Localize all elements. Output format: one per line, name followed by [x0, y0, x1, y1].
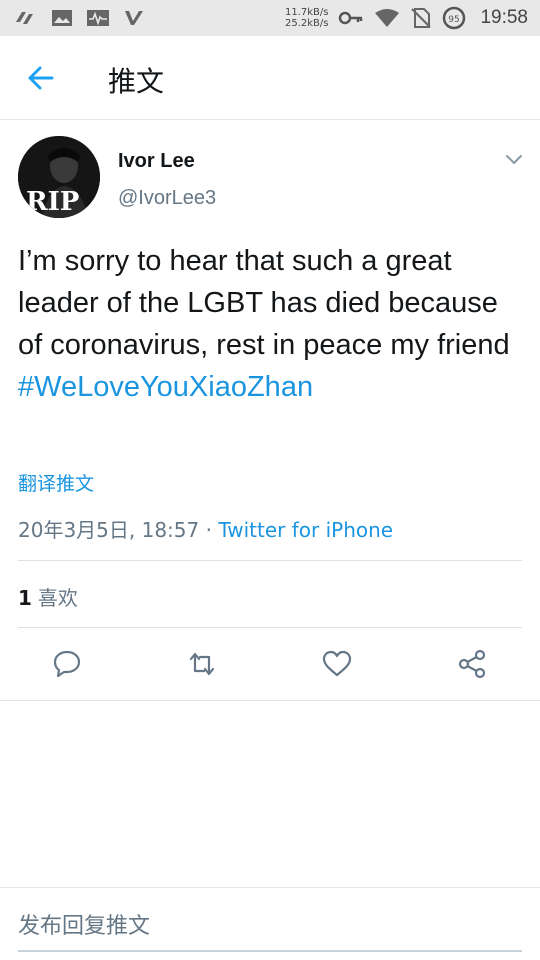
likes-label: 喜欢	[37, 586, 78, 610]
meta-separator: ·	[199, 518, 219, 542]
signal-icon	[16, 12, 33, 24]
back-button[interactable]	[22, 60, 62, 96]
translate-tweet-link[interactable]: 翻译推文	[18, 469, 94, 496]
net-down-speed: 25.2kB/s	[284, 18, 329, 29]
avatar-image: RIP	[18, 136, 100, 218]
chevron-down-icon[interactable]	[504, 150, 524, 170]
retweet-icon[interactable]	[186, 648, 218, 680]
tweet-body: I’m sorry to hear that such a great lead…	[18, 245, 510, 361]
arrow-left-icon	[28, 66, 54, 90]
avatar[interactable]: RIP	[18, 136, 100, 218]
tweet-meta: 20年3月5日, 18:57 · Twitter for iPhone	[18, 514, 393, 543]
v-icon	[125, 11, 143, 25]
reply-input[interactable]: 发布回复推文	[18, 908, 522, 952]
status-bar: 11.7kB/s 25.2kB/s 95 19:58	[0, 0, 540, 36]
divider	[18, 560, 522, 561]
key-icon	[339, 11, 363, 25]
author-name[interactable]: Ivor Lee	[118, 150, 195, 173]
like-icon[interactable]	[321, 648, 353, 680]
wifi-icon	[375, 9, 400, 27]
status-right: 11.7kB/s 25.2kB/s 95 19:58	[285, 4, 528, 32]
activity-icon	[87, 10, 109, 26]
clock: 19:58	[480, 7, 528, 28]
divider	[0, 700, 540, 701]
likes-number: 1	[18, 586, 32, 610]
avatar-text: RIP	[26, 187, 79, 217]
network-speed: 11.7kB/s 25.2kB/s	[285, 7, 329, 29]
net-up-speed: 11.7kB/s	[284, 7, 329, 18]
divider	[0, 887, 540, 888]
no-sim-icon	[411, 8, 432, 28]
tweet-text: I’m sorry to hear that such a great lead…	[18, 240, 523, 408]
share-icon[interactable]	[456, 648, 488, 680]
image-icon	[52, 10, 72, 26]
tweet-actions	[0, 640, 540, 688]
status-left-icons	[14, 8, 146, 28]
svg-text:95: 95	[449, 15, 460, 25]
timestamp: 20年3月5日, 18:57	[18, 518, 200, 542]
author-handle[interactable]: @IvorLee3	[118, 187, 216, 210]
source-link[interactable]: Twitter for iPhone	[218, 518, 393, 542]
likes-count[interactable]: 1 喜欢	[18, 582, 78, 611]
hashtag-link[interactable]: #WeLoveYouXiaoZhan	[18, 366, 523, 408]
page-title: 推文	[108, 65, 165, 98]
reply-icon[interactable]	[51, 648, 83, 680]
app-header: 推文	[0, 36, 540, 120]
battery-icon: 95	[443, 6, 466, 30]
divider	[18, 627, 522, 628]
